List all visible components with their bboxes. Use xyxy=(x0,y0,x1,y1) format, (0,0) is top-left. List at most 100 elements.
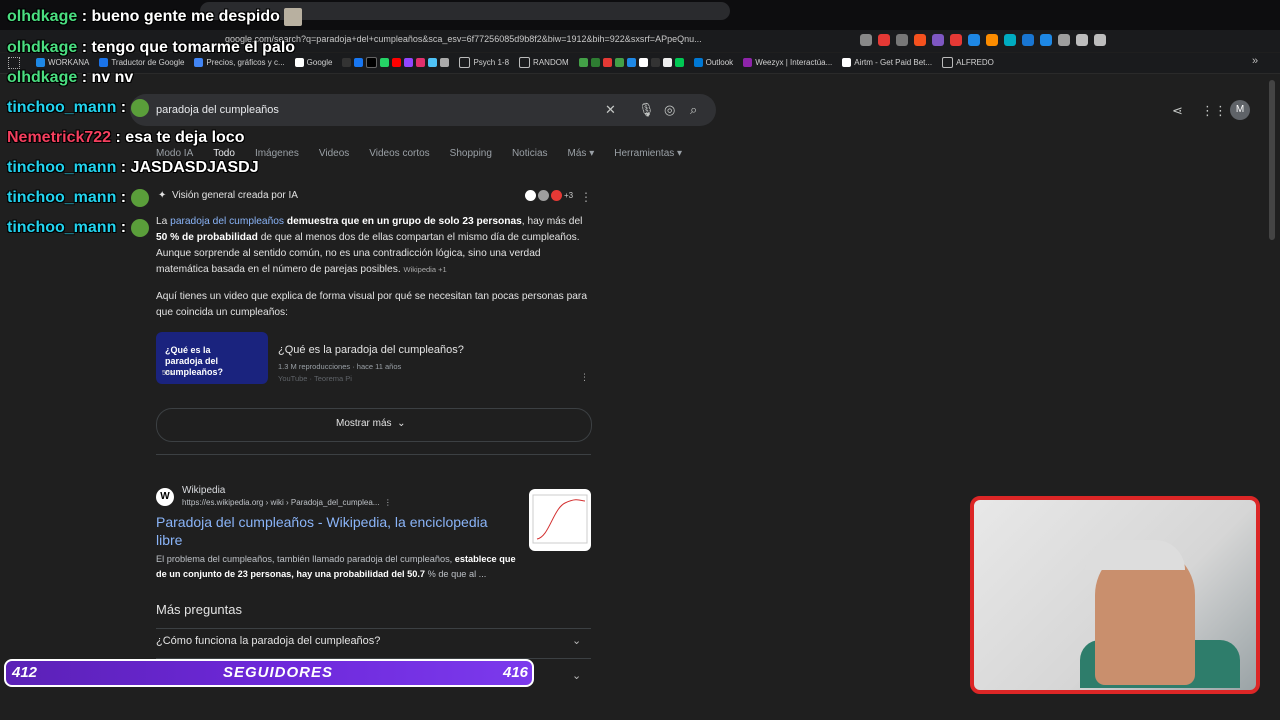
share-icon[interactable]: ⋖ xyxy=(1172,103,1183,119)
video-thumbnail-text: ¿Qué es la paradoja del cumpleaños? xyxy=(165,345,224,377)
x-icon[interactable] xyxy=(366,57,378,68)
bookmark-item[interactable]: Traductor de Google xyxy=(99,58,184,67)
show-more-label: Mostrar más ⌄ xyxy=(336,418,406,429)
clear-icon[interactable]: ✕ xyxy=(605,102,616,118)
result-title-link[interactable]: Paradoja del cumpleaños - Wikipedia, la … xyxy=(156,513,516,549)
topic-link[interactable]: paradoja del cumpleaños xyxy=(170,216,284,227)
bookmark-item[interactable]: Precios, gráficos y c... xyxy=(194,58,285,67)
ai-overview-paragraph: La paradoja del cumpleaños demuestra que… xyxy=(156,216,583,275)
result-thumbnail[interactable] xyxy=(529,489,591,551)
caret-down-icon: ▾ xyxy=(677,148,683,159)
extension-icon[interactable] xyxy=(1004,34,1016,46)
caret-down-icon: ▾ xyxy=(589,148,595,159)
more-bookmarks-icon[interactable]: » xyxy=(1252,55,1258,67)
tab-imagenes[interactable]: Imágenes xyxy=(255,148,299,159)
extension-icon[interactable] xyxy=(896,34,908,46)
divider xyxy=(156,628,591,629)
apps-grid-icon[interactable] xyxy=(8,57,20,69)
bookmark-item[interactable]: Outlook xyxy=(693,58,733,67)
ai-sources[interactable]: +3 xyxy=(525,190,573,201)
search-input[interactable]: paradoja del cumpleaños xyxy=(156,104,279,116)
bookmark-icon[interactable] xyxy=(602,58,612,67)
extension-icon[interactable] xyxy=(986,34,998,46)
extension-icon[interactable] xyxy=(914,34,926,46)
pepe-emote-icon xyxy=(130,99,149,117)
pepe-emote-icon xyxy=(130,189,149,207)
follower-goal: 416 xyxy=(503,664,529,681)
avatar[interactable]: M xyxy=(1230,100,1250,120)
follower-label: SEGUIDORES xyxy=(223,664,334,681)
bookmark-icon[interactable] xyxy=(650,58,660,67)
bookmark-icon[interactable] xyxy=(638,58,648,67)
extension-icon[interactable] xyxy=(932,34,944,46)
chat-message: tinchoo_mann : JASDASDJASDJ xyxy=(7,159,259,176)
search-tabs: Modo IA Todo Imágenes Videos Videos cort… xyxy=(156,148,702,159)
extension-icon[interactable] xyxy=(1058,34,1070,46)
facebook-icon[interactable] xyxy=(354,58,364,67)
bookmark-icon[interactable] xyxy=(590,58,600,67)
more-options-icon[interactable]: ⋮ xyxy=(580,372,589,383)
extension-icon[interactable] xyxy=(878,34,890,46)
bookmark-icon xyxy=(194,58,204,67)
bookmark-icon[interactable] xyxy=(440,58,450,67)
divider xyxy=(156,454,591,455)
extension-icon[interactable] xyxy=(968,34,980,46)
chevron-down-icon[interactable]: ⌄ xyxy=(572,634,581,647)
microphone-icon[interactable]: 🎙 xyxy=(638,102,655,118)
sidebar-icon[interactable] xyxy=(1094,34,1106,46)
instagram-icon[interactable] xyxy=(416,58,426,67)
emote-icon xyxy=(284,8,303,26)
extension-icon[interactable] xyxy=(950,34,962,46)
bookmark-icon[interactable] xyxy=(578,58,588,67)
question-item[interactable]: ¿Cómo funciona la paradoja del cumpleaño… xyxy=(156,635,380,647)
bookmark-folder[interactable]: ALFREDO xyxy=(942,57,994,68)
bookmark-item[interactable]: Google xyxy=(294,58,332,67)
bookmark-icon[interactable] xyxy=(662,58,672,67)
puzzle-icon[interactable] xyxy=(1076,34,1088,46)
bookmark-icon[interactable] xyxy=(428,58,438,67)
video-title[interactable]: ¿Qué es la paradoja del cumpleaños? xyxy=(278,344,464,356)
bookmark-icon[interactable] xyxy=(674,58,684,67)
bookmark-item[interactable]: Airtm - Get Paid Bet... xyxy=(842,58,932,67)
video-duration: 55s xyxy=(162,370,174,377)
more-options-icon[interactable]: ⋮ xyxy=(384,498,392,507)
scrollbar[interactable] xyxy=(1269,80,1275,240)
result-url[interactable]: https://es.wikipedia.org › wiki › Parado… xyxy=(182,498,392,507)
google-icon xyxy=(294,58,304,67)
bookmark-item[interactable]: Weezyx | Interactúa... xyxy=(743,58,832,67)
url-text[interactable]: google.com/search?q=paradoja+del+cumplea… xyxy=(225,34,702,44)
tab-herramientas[interactable]: Herramientas ▾ xyxy=(614,148,682,159)
wikipedia-icon xyxy=(525,190,536,201)
twitch-icon[interactable] xyxy=(404,58,414,67)
pepe-emote-icon xyxy=(130,219,149,237)
bookmark-folder[interactable]: RANDOM xyxy=(519,57,569,68)
tab-modo-ia[interactable]: Modo IA xyxy=(156,148,193,159)
result-site-name[interactable]: Wikipedia xyxy=(182,485,225,496)
search-icon[interactable]: ⌕ xyxy=(690,102,697,118)
tab-videos-cortos[interactable]: Videos cortos xyxy=(369,148,429,159)
youtube-icon[interactable] xyxy=(392,58,402,67)
whatsapp-icon[interactable] xyxy=(380,58,390,67)
extension-icon[interactable] xyxy=(1040,34,1052,46)
bookmark-item[interactable]: WORKANA xyxy=(36,58,89,67)
tab-noticias[interactable]: Noticias xyxy=(512,148,548,159)
bookmark-icon[interactable] xyxy=(614,58,624,67)
tab-mas[interactable]: Más ▾ xyxy=(568,148,595,159)
more-options-icon[interactable]: ⋮ xyxy=(580,190,592,204)
ai-overview-title: ✦ Visión general creada por IA xyxy=(158,190,298,201)
bookmark-folder[interactable]: Psych 1-8 xyxy=(459,57,509,68)
bookmark-icon[interactable] xyxy=(626,58,636,67)
tab-videos[interactable]: Videos xyxy=(319,148,349,159)
result-snippet: El problema del cumpleaños, también llam… xyxy=(156,554,516,579)
chat-message: tinchoo_mann : xyxy=(7,189,153,207)
tab-shopping[interactable]: Shopping xyxy=(450,148,492,159)
lens-icon[interactable]: ◎ xyxy=(664,102,675,118)
extension-icon[interactable] xyxy=(1022,34,1034,46)
video-meta: 1.3 M reproducciones · hace 11 años xyxy=(278,362,402,371)
chevron-down-icon[interactable]: ⌄ xyxy=(572,669,581,682)
tiktok-icon[interactable] xyxy=(342,58,352,67)
tab-todo[interactable]: Todo xyxy=(213,148,235,159)
citation-chip[interactable]: Wikipedia +1 xyxy=(404,265,447,274)
extension-icon[interactable] xyxy=(860,34,872,46)
apps-icon[interactable]: ⋮⋮ xyxy=(1201,103,1227,119)
